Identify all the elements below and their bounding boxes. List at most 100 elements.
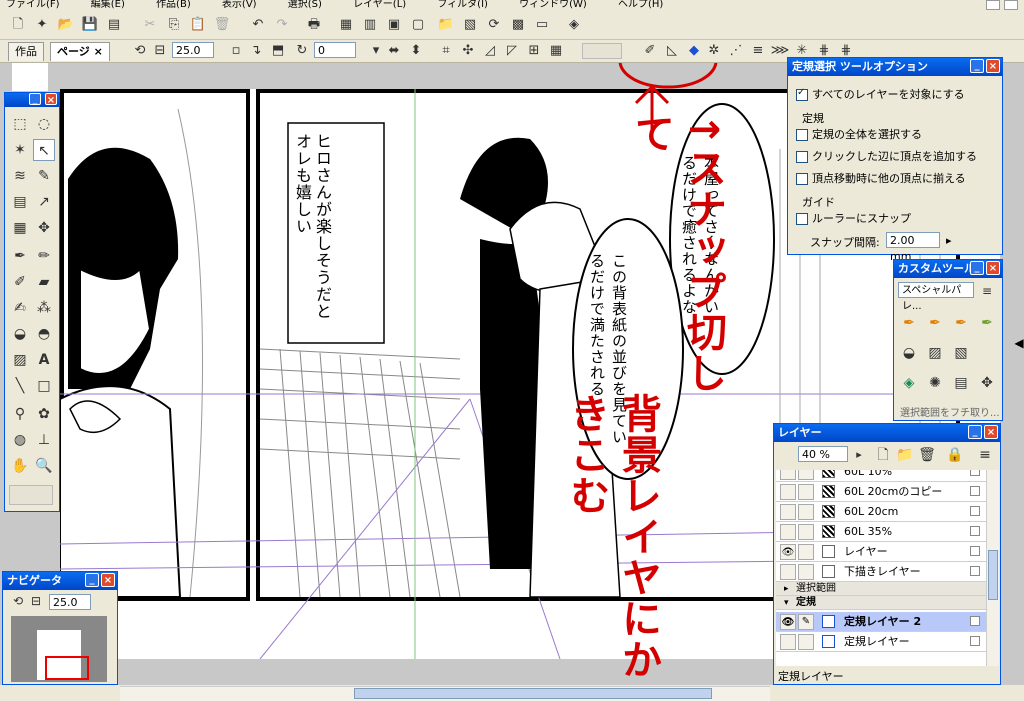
layers-menu-icon[interactable]: ≡ bbox=[974, 444, 996, 466]
redo-icon[interactable]: ↷ bbox=[272, 15, 292, 35]
brush-icon[interactable]: ✏ bbox=[33, 245, 55, 267]
gray-box-icon[interactable]: ▭ bbox=[532, 15, 552, 35]
angle-menu-icon[interactable]: ▾ bbox=[366, 41, 386, 61]
horizontal-scrollbar[interactable] bbox=[120, 686, 770, 701]
paste-icon[interactable]: 📋 bbox=[188, 15, 208, 35]
new-work-icon[interactable]: ✦ bbox=[32, 15, 52, 35]
lock-toggle[interactable] bbox=[798, 470, 814, 480]
select-all-layers-option[interactable]: すべてのレイヤーを対象にする bbox=[796, 86, 965, 102]
pencil-icon[interactable]: ✐ bbox=[9, 271, 31, 293]
navigator-minimize-button[interactable]: _ bbox=[85, 573, 99, 587]
layer-opacity-field[interactable]: 40 % bbox=[798, 446, 848, 462]
new-page-icon[interactable]: 🗋 bbox=[8, 15, 28, 35]
visibility-toggle[interactable] bbox=[780, 470, 796, 480]
transform-icon[interactable]: ⌗ bbox=[436, 41, 456, 61]
eraser-icon[interactable]: ▰ bbox=[33, 271, 55, 293]
blur-icon[interactable]: ◍ bbox=[9, 429, 31, 451]
delete-layer-icon[interactable]: 🗑 bbox=[916, 444, 938, 466]
eye-icon[interactable]: 👁 bbox=[780, 614, 796, 630]
rect-select-icon[interactable]: ⬚ bbox=[9, 113, 31, 135]
menu-help[interactable]: ヘルプ(H) bbox=[618, 0, 663, 10]
lock-toggle[interactable] bbox=[798, 634, 814, 650]
fill-2-icon[interactable]: ◓ bbox=[33, 323, 55, 345]
visibility-toggle[interactable] bbox=[780, 484, 796, 500]
visibility-toggle[interactable] bbox=[780, 504, 796, 520]
folder-collapse-icon[interactable]: ▸ bbox=[784, 582, 789, 596]
pattern-icon[interactable]: ✿ bbox=[33, 403, 55, 425]
view-mode-2-icon[interactable]: ▥ bbox=[360, 15, 380, 35]
page-turn-icon[interactable]: ↴ bbox=[246, 41, 266, 61]
lock-toggle[interactable] bbox=[798, 484, 814, 500]
custom-tools-close-button[interactable]: × bbox=[986, 261, 1000, 275]
flip-horizontal-icon[interactable]: ⬌ bbox=[384, 41, 404, 61]
layers-minimize-button[interactable]: _ bbox=[968, 425, 982, 439]
menu-view[interactable]: 表示(V) bbox=[222, 0, 257, 10]
select-all-layers-checkbox[interactable] bbox=[796, 87, 808, 101]
layer-menu-icon[interactable] bbox=[970, 616, 980, 626]
pen-icon[interactable]: ✒ bbox=[9, 245, 31, 267]
lock-toggle[interactable] bbox=[798, 504, 814, 520]
custom-gradient-2-icon[interactable]: ▧ bbox=[950, 342, 972, 364]
layer-row[interactable]: 60L 10% bbox=[776, 470, 986, 482]
custom-pen-3-icon[interactable]: ✒ bbox=[950, 312, 972, 334]
menu-window[interactable]: ウィンドウ(W) bbox=[519, 0, 587, 10]
clear-icon[interactable]: 🗑 bbox=[212, 15, 232, 35]
lock-toggle[interactable] bbox=[798, 544, 814, 560]
rotate-icon[interactable]: ↻ bbox=[292, 41, 312, 61]
navigator-close-button[interactable]: × bbox=[101, 573, 115, 587]
snap-grid-icon[interactable]: ◆ bbox=[684, 41, 704, 61]
layer-row[interactable]: 60L 35% bbox=[776, 522, 986, 542]
page-fit-icon[interactable]: ▫ bbox=[226, 41, 246, 61]
custom-gradient-1-icon[interactable]: ▨ bbox=[924, 342, 946, 364]
new-layer-icon[interactable]: 🗋 bbox=[872, 444, 894, 466]
snap-interval-arrow-icon[interactable]: ▸ bbox=[946, 234, 952, 247]
layer-row[interactable]: 60L 20cm bbox=[776, 502, 986, 522]
menu-filter[interactable]: フィルタ(I) bbox=[437, 0, 488, 10]
flip-vertical-icon[interactable]: ⬍ bbox=[406, 41, 426, 61]
custom-symbol-icon[interactable]: ✥ bbox=[976, 372, 998, 394]
fill-icon[interactable]: ◒ bbox=[9, 323, 31, 345]
undo-icon[interactable]: ↶ bbox=[248, 15, 268, 35]
tab-work[interactable]: 作品 bbox=[8, 42, 44, 61]
tab-page[interactable]: ページ × bbox=[50, 42, 110, 61]
ruler-select-icon[interactable]: ↖ bbox=[33, 139, 55, 161]
layer-folder-icon[interactable]: 📁 bbox=[436, 15, 456, 35]
grid-2-icon[interactable]: ▦ bbox=[546, 41, 566, 61]
layer-row[interactable]: 60L 20cmのコピー bbox=[776, 482, 986, 502]
custom-dot-icon[interactable]: ✺ bbox=[924, 372, 946, 394]
navigator-viewport-rect[interactable] bbox=[45, 656, 89, 680]
zoom-field[interactable]: 25.0 bbox=[172, 42, 214, 58]
custom-tools-set-dropdown[interactable]: スペシャルパレ... bbox=[898, 282, 974, 312]
text-icon[interactable]: A bbox=[33, 349, 55, 371]
print-icon[interactable]: 🖶 bbox=[304, 15, 324, 35]
layer-row-selected[interactable]: 👁 ✎ 定規レイヤー 2 bbox=[776, 612, 986, 632]
menu-layer[interactable]: レイヤー(L) bbox=[353, 0, 406, 10]
object-select-icon[interactable]: ↗ bbox=[33, 191, 55, 213]
layer-menu-icon[interactable] bbox=[970, 636, 980, 646]
cut-icon[interactable]: ✂ bbox=[140, 15, 160, 35]
custom-fill-icon[interactable]: ◒ bbox=[898, 342, 920, 364]
select-whole-checkbox[interactable] bbox=[796, 129, 808, 141]
stamp-2-icon[interactable]: ⊥ bbox=[33, 429, 55, 451]
layer-menu-icon[interactable] bbox=[970, 566, 980, 576]
rectangle-icon[interactable]: □ bbox=[33, 375, 55, 397]
lock-icon[interactable]: 🔒 bbox=[944, 444, 966, 466]
custom-hatch-icon[interactable]: ▤ bbox=[950, 372, 972, 394]
tool-options-close-button[interactable]: × bbox=[986, 59, 1000, 73]
grid-icon[interactable]: ⊞ bbox=[524, 41, 544, 61]
layer-menu-icon[interactable] bbox=[970, 546, 980, 556]
menu-edit[interactable]: 編集(E) bbox=[91, 0, 125, 10]
opacity-arrow-icon[interactable]: ▸ bbox=[848, 444, 870, 466]
snap-special-ruler-icon[interactable]: ✐ bbox=[640, 41, 660, 61]
layer-move-icon[interactable]: ≋ bbox=[9, 165, 31, 187]
layer-row[interactable]: 下描きレイヤー bbox=[776, 562, 986, 582]
hand-icon[interactable]: ✋ bbox=[9, 455, 31, 477]
lasso-icon[interactable]: ◌ bbox=[33, 113, 55, 135]
perspective-1-icon[interactable]: ⋰ bbox=[726, 41, 746, 61]
copy-icon[interactable]: ⎘ bbox=[164, 15, 184, 35]
marker-icon[interactable]: ✍ bbox=[9, 297, 31, 319]
visibility-toggle[interactable] bbox=[780, 564, 796, 580]
save-icon[interactable]: 💾 bbox=[80, 15, 100, 35]
snap-interval-field[interactable]: 2.00 mm bbox=[886, 232, 940, 263]
save-as-icon[interactable]: ▤ bbox=[104, 15, 124, 35]
